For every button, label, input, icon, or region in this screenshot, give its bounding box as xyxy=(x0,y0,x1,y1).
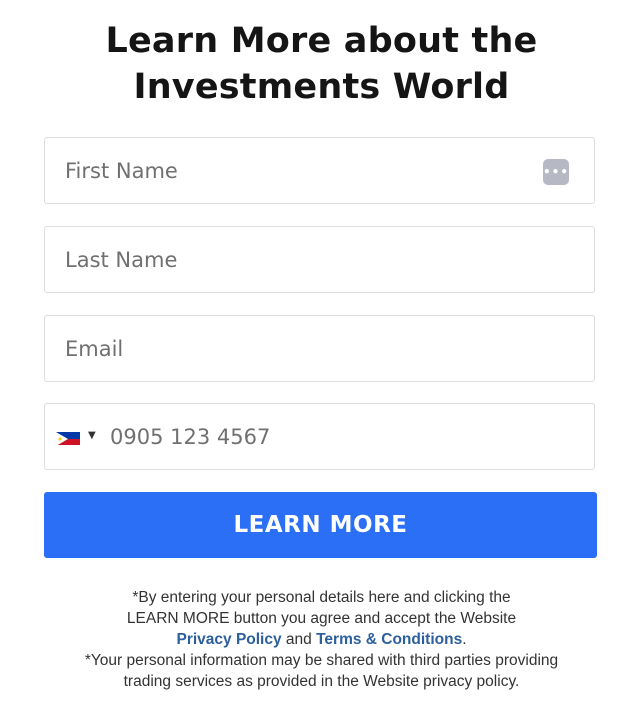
legal-and-text: and xyxy=(281,631,317,648)
last-name-field[interactable] xyxy=(44,226,595,293)
title-line-1: Learn More about the xyxy=(105,21,538,61)
phone-field[interactable]: ▼ xyxy=(44,403,595,470)
last-name-input[interactable] xyxy=(45,227,594,292)
legal-period: . xyxy=(462,631,467,648)
legal-disclaimer: *By entering your personal details here … xyxy=(0,587,643,692)
phone-input[interactable] xyxy=(45,404,594,469)
privacy-policy-link[interactable]: Privacy Policy xyxy=(176,631,281,648)
title-line-2: Investments World xyxy=(133,67,510,107)
legal-line-2: LEARN MORE button you agree and accept t… xyxy=(126,610,517,627)
page-title: Learn More about the Investments World xyxy=(0,18,643,110)
terms-conditions-link[interactable]: Terms & Conditions xyxy=(316,631,462,648)
legal-links-line: Privacy Policy and Terms & Conditions. xyxy=(0,629,643,650)
email-field[interactable] xyxy=(44,315,595,382)
first-name-field[interactable]: ••• xyxy=(44,137,595,204)
legal-line-1: *By entering your personal details here … xyxy=(132,589,511,606)
legal-line-4: *Your personal information may be shared… xyxy=(84,652,559,669)
legal-line-5: trading services as provided in the Webs… xyxy=(123,673,520,690)
first-name-input[interactable] xyxy=(45,138,594,203)
learn-more-button[interactable]: LEARN MORE xyxy=(44,492,597,558)
email-input[interactable] xyxy=(45,316,594,381)
password-manager-icon[interactable]: ••• xyxy=(543,159,569,185)
